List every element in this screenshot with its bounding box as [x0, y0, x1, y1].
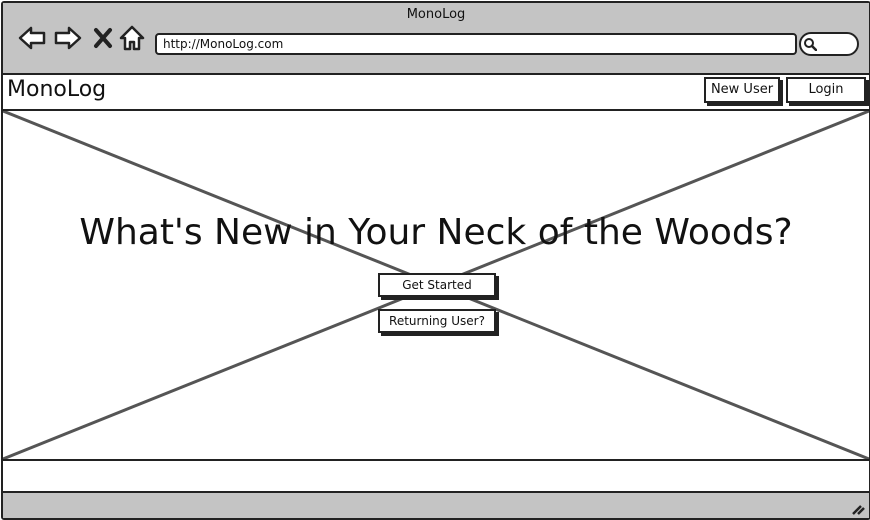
forward-arrow-icon — [54, 26, 82, 50]
hero-headline: What's New in Your Neck of the Woods? — [79, 212, 793, 253]
back-button[interactable] — [17, 23, 47, 53]
footer-area — [3, 461, 869, 493]
status-bar — [3, 493, 869, 518]
resize-grip-icon[interactable] — [849, 500, 865, 516]
browser-window: MonoLog http://MonoLog.com MonoLog New U… — [1, 1, 870, 520]
returning-user-button[interactable]: Returning User? — [378, 309, 496, 333]
window-title: MonoLog — [406, 7, 466, 22]
home-button[interactable] — [117, 23, 147, 53]
stop-button[interactable] — [89, 23, 119, 53]
hero-image-placeholder: What's New in Your Neck of the Woods? Ge… — [3, 111, 869, 461]
address-bar[interactable]: http://MonoLog.com — [155, 33, 797, 55]
brand-logo[interactable]: MonoLog — [7, 75, 106, 105]
get-started-button[interactable]: Get Started — [378, 273, 496, 297]
back-arrow-icon — [18, 26, 46, 50]
search-icon — [804, 38, 817, 51]
login-button[interactable]: Login — [786, 77, 866, 103]
forward-button[interactable] — [53, 23, 83, 53]
close-x-icon — [94, 28, 112, 48]
browser-chrome: MonoLog http://MonoLog.com — [3, 3, 869, 75]
app-header: MonoLog New User Login — [3, 75, 869, 111]
browser-search-field[interactable] — [799, 32, 859, 56]
new-user-button[interactable]: New User — [704, 77, 780, 103]
home-icon — [119, 25, 145, 51]
